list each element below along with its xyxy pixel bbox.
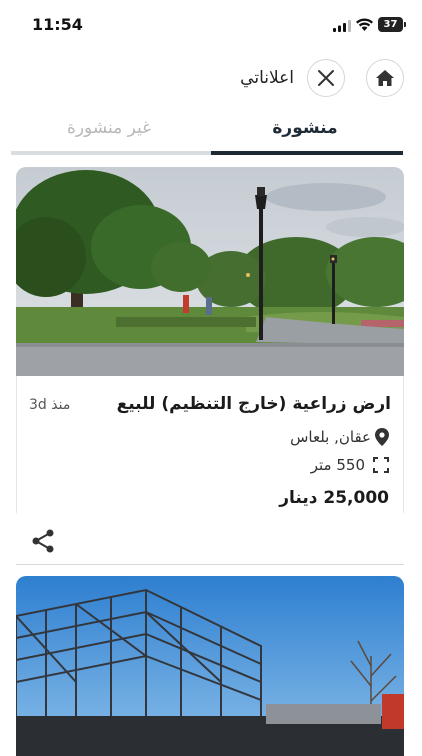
tab-unpublished[interactable]: غير منشورة (11, 118, 207, 138)
listing-actions (16, 520, 404, 565)
tab-indicator-active (211, 151, 403, 155)
tab-published[interactable]: منشورة (207, 118, 403, 138)
listing-card[interactable]: ارض زراعية (خارج التنظيم) للبيع منذ 3d ع… (16, 167, 404, 520)
tab-indicator-inactive (11, 151, 211, 155)
home-button[interactable] (366, 59, 404, 97)
share-icon[interactable] (30, 528, 56, 554)
area-text: 550 متر (310, 456, 365, 474)
wifi-icon (356, 18, 373, 31)
home-icon (376, 70, 394, 86)
listing-card-2[interactable] (16, 576, 404, 756)
close-button[interactable] (307, 59, 345, 97)
close-icon (318, 70, 334, 86)
listing-price: 25,000 دينار (279, 488, 389, 508)
listing-location: عقان, بلعاس (290, 428, 389, 446)
area-size-icon (373, 457, 389, 473)
battery-icon: 37 (378, 17, 406, 32)
location-pin-icon (375, 428, 389, 446)
listing-photo (16, 167, 404, 376)
location-text: عقان, بلعاس (290, 428, 371, 446)
listing-area: 550 متر (311, 456, 389, 474)
listing-title: ارض زراعية (خارج التنظيم) للبيع (116, 394, 391, 414)
listing-age: منذ 3d (29, 397, 71, 413)
cellular-signal-icon (333, 20, 351, 32)
page-title: اعلاناتي (240, 68, 294, 88)
header: اعلاناتي (0, 58, 422, 102)
listing-photo-2 (16, 576, 404, 756)
tab-bar: منشورة غير منشورة (11, 110, 403, 158)
listing-details: ارض زراعية (خارج التنظيم) للبيع منذ 3d ع… (16, 376, 404, 520)
status-bar: 11:54 37 (0, 0, 422, 50)
status-time: 11:54 (32, 15, 83, 34)
